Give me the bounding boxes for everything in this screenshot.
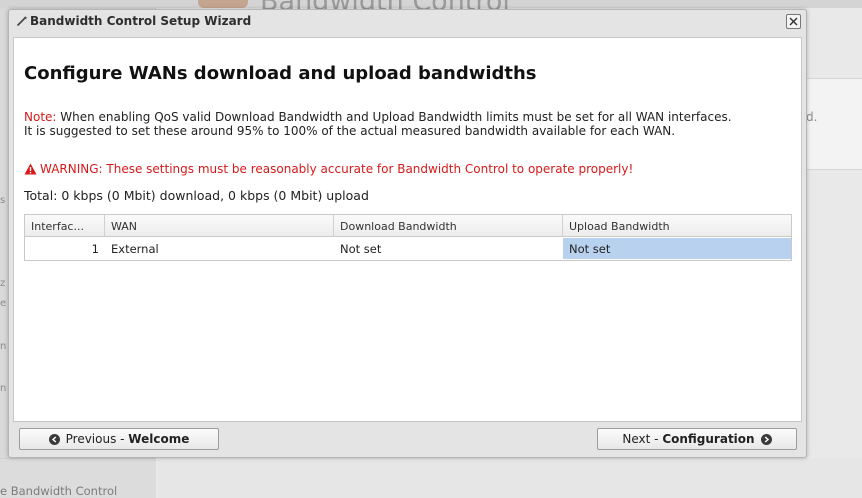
background-logo <box>198 0 248 8</box>
wan-bandwidth-grid: Interfac... WAN Download Bandwidth Uploa… <box>24 214 792 261</box>
column-download-bandwidth[interactable]: Download Bandwidth <box>334 215 563 237</box>
grid-header: Interfac... WAN Download Bandwidth Uploa… <box>25 215 791 237</box>
page-heading: Configure WANs download and upload bandw… <box>24 63 537 84</box>
bandwidth-total: Total: 0 kbps (0 Mbit) download, 0 kbps … <box>24 188 369 203</box>
wizard-titlebar[interactable]: Bandwidth Control Setup Wizard <box>9 10 806 34</box>
previous-button[interactable]: Previous - Welcome <box>19 428 219 450</box>
arrow-right-circle-icon <box>760 433 772 445</box>
close-icon <box>789 17 798 26</box>
warning-message: WARNING: These settings must be reasonab… <box>24 162 633 176</box>
background-fragment: n <box>0 383 7 394</box>
background-fragment: s <box>0 195 6 206</box>
table-row[interactable]: 1 External Not set Not set <box>25 238 791 259</box>
previous-button-prefix: Previous - <box>65 432 129 446</box>
next-button-prefix: Next - <box>622 432 663 446</box>
note-body: When enabling QoS valid Download Bandwid… <box>56 110 732 124</box>
next-button[interactable]: Next - Configuration <box>597 428 797 450</box>
next-button-label: Configuration <box>662 432 755 446</box>
background-footer <box>158 458 862 498</box>
column-upload-bandwidth[interactable]: Upload Bandwidth <box>563 215 791 237</box>
background-fragment: n <box>0 341 7 352</box>
column-wan[interactable]: WAN <box>105 215 334 237</box>
background-fragment: z <box>0 278 6 289</box>
arrow-left-circle-icon <box>48 433 60 445</box>
warning-text: WARNING: These settings must be reasonab… <box>40 162 634 176</box>
background-bottom-label[interactable]: e Bandwidth Control <box>0 484 117 498</box>
note-label: Note: <box>24 110 57 124</box>
background-right-text: d. <box>806 110 818 124</box>
wizard-title: Bandwidth Control Setup Wizard <box>30 14 252 28</box>
cell-upload-bandwidth[interactable]: Not set <box>563 238 791 259</box>
background-right-panel <box>806 78 862 170</box>
column-interface[interactable]: Interfac... <box>25 215 105 237</box>
close-button[interactable] <box>786 14 801 29</box>
wizard-content: Configure WANs download and upload bandw… <box>13 37 802 422</box>
cell-download-bandwidth[interactable]: Not set <box>334 238 563 259</box>
warning-icon <box>24 163 37 175</box>
background-fragment: e <box>0 298 7 309</box>
note-suggestion: It is suggested to set these around 95% … <box>24 124 676 138</box>
note-text: Note: When enabling QoS valid Download B… <box>24 110 732 124</box>
wand-icon <box>16 15 28 27</box>
cell-interface: 1 <box>91 242 99 256</box>
cell-wan: External <box>111 242 159 256</box>
previous-button-label: Welcome <box>128 432 190 446</box>
setup-wizard-dialog: Bandwidth Control Setup Wizard Configure… <box>8 9 807 458</box>
